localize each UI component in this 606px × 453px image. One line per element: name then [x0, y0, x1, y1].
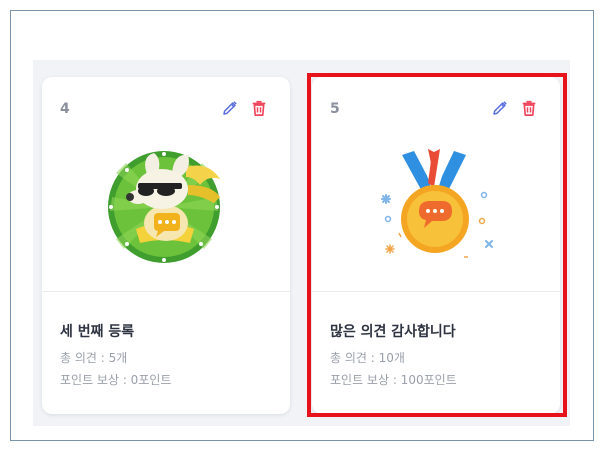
point-reward: 포인트 보상 : 0포인트 [60, 373, 172, 387]
opinion-count: 총 의견 : 5개 [60, 351, 128, 365]
card-number: 4 [60, 101, 70, 117]
card-title: 세 번째 등록 [60, 324, 135, 340]
trash-icon[interactable] [250, 99, 268, 117]
gold-medal-chat-icon [381, 149, 493, 258]
trash-icon[interactable] [520, 99, 538, 117]
card-divider [312, 291, 560, 292]
point-reward: 포인트 보상 : 100포인트 [330, 373, 457, 387]
badge-card[interactable]: 5 많은 의견 감사합니다 총 의견: 10개 포인트 보상: 100포인트 [312, 77, 560, 414]
opinion-count: 총 의견 : 10개 [330, 351, 405, 365]
badge-board: 4 세 번째 등록 총 의견: 5개 포인트 보상: 0포인트 5 많은 의… [33, 60, 570, 426]
pencil-icon[interactable] [221, 99, 239, 117]
pencil-icon[interactable] [491, 99, 509, 117]
badge-card[interactable]: 4 세 번째 등록 총 의견: 5개 포인트 보상: 0포인트 [42, 77, 290, 414]
card-divider [42, 291, 290, 292]
dog-sunglasses-badge-icon [108, 151, 220, 263]
card-number: 5 [330, 101, 340, 117]
card-title: 많은 의견 감사합니다 [330, 324, 456, 340]
